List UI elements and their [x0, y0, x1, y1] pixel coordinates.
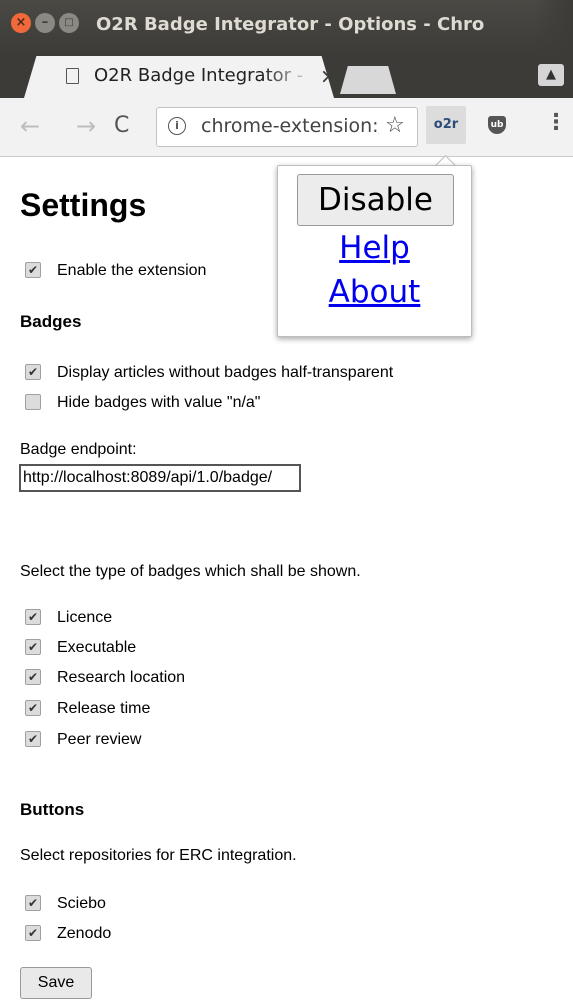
half-transparent-label: Display articles without badges half-tra…: [57, 364, 394, 381]
window-title-fade: [533, 0, 573, 56]
badge-type-checkbox-licence[interactable]: ✔: [25, 609, 41, 625]
document-icon: [66, 68, 79, 84]
bookmark-star-icon[interactable]: ☆: [385, 113, 405, 138]
reload-button[interactable]: C: [114, 113, 129, 138]
about-link[interactable]: About: [278, 274, 471, 310]
help-link[interactable]: Help: [278, 230, 471, 266]
hide-na-label: Hide badges with value "n/a": [57, 394, 261, 411]
page-title: Settings: [20, 187, 147, 223]
badge-type-checkbox-research-location[interactable]: ✔: [25, 669, 41, 685]
extension-popup: Disable Help About: [277, 165, 472, 337]
badge-type-label: Peer review: [57, 731, 142, 748]
hide-na-checkbox[interactable]: [25, 394, 41, 410]
address-bar[interactable]: i chrome-extension:// ☆: [156, 107, 418, 147]
enable-label: Enable the extension: [57, 262, 207, 279]
repository-checkbox-zenodo[interactable]: ✔: [25, 925, 41, 941]
badge-type-checkbox-executable[interactable]: ✔: [25, 639, 41, 655]
window-maximize-button[interactable]: □: [59, 13, 79, 33]
info-icon[interactable]: i: [168, 117, 186, 135]
forward-button[interactable]: →: [76, 112, 96, 140]
window-minimize-button[interactable]: –: [35, 13, 55, 33]
tab-strip: O2R Badge Integrator - Options × ▲: [0, 56, 573, 98]
back-button[interactable]: ←: [20, 112, 40, 140]
badge-type-label: Research location: [57, 669, 186, 686]
chrome-menu-icon[interactable]: ⋮: [545, 110, 567, 135]
buttons-heading: Buttons: [20, 800, 85, 819]
badges-heading: Badges: [20, 312, 82, 331]
badge-type-label: Licence: [57, 609, 113, 626]
badge-type-label: Release time: [57, 700, 151, 717]
window-title-bar: × – □ O2R Badge Integrator - Options - C…: [0, 0, 573, 56]
half-transparent-checkbox[interactable]: ✔: [25, 364, 41, 380]
badge-types-intro: Select the type of badges which shall be…: [20, 563, 361, 580]
badge-type-checkbox-peer-review[interactable]: ✔: [25, 731, 41, 747]
new-tab-button[interactable]: [340, 66, 396, 94]
disable-button[interactable]: Disable: [297, 174, 454, 226]
badge-endpoint-input[interactable]: http://localhost:8089/api/1.0/badge/: [19, 464, 301, 492]
tab-title-fade: [264, 62, 314, 90]
tab-options[interactable]: O2R Badge Integrator - Options ×: [24, 56, 334, 98]
repository-label: Zenodo: [57, 925, 112, 942]
window-close-button[interactable]: ×: [11, 13, 31, 33]
save-button[interactable]: Save: [20, 967, 92, 999]
tab-close-icon[interactable]: ×: [320, 64, 334, 88]
badge-type-checkbox-release-time[interactable]: ✔: [25, 700, 41, 716]
endpoint-label: Badge endpoint:: [20, 441, 137, 458]
profile-icon[interactable]: ▲: [538, 64, 564, 86]
browser-toolbar: ← → C i chrome-extension:// ☆ o2r ub ⋮: [0, 98, 573, 157]
enable-checkbox[interactable]: ✔: [25, 262, 41, 278]
repository-label: Sciebo: [57, 895, 106, 912]
ublock-extension-icon[interactable]: ub: [488, 116, 506, 134]
repository-checkbox-sciebo[interactable]: ✔: [25, 895, 41, 911]
repositories-intro: Select repositories for ERC integration.: [20, 847, 297, 864]
window-title: O2R Badge Integrator - Options - Chro: [96, 14, 485, 35]
badge-type-label: Executable: [57, 639, 137, 656]
url-text[interactable]: chrome-extension://: [201, 115, 379, 137]
o2r-extension-icon[interactable]: o2r: [426, 106, 466, 144]
